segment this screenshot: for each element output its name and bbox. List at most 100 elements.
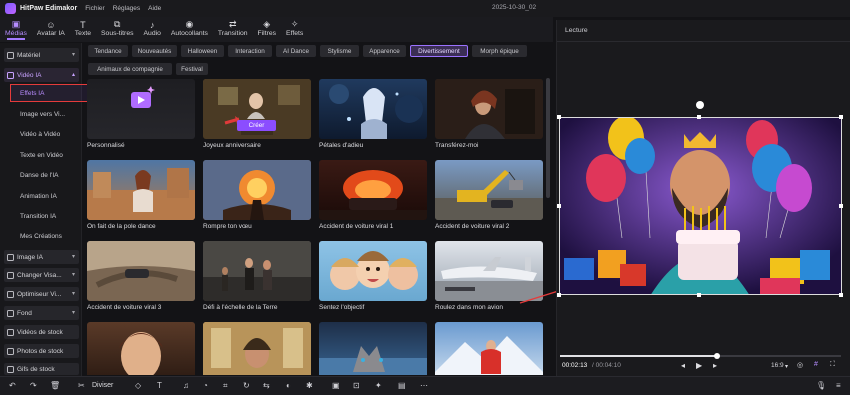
- chip-tendance[interactable]: Tendance: [88, 45, 128, 57]
- tab-autocollants[interactable]: ◉ Autocollants: [171, 17, 208, 37]
- sidebar-item-danse-ia[interactable]: Danse de l'IA: [20, 172, 58, 179]
- resize-handle[interactable]: [557, 293, 561, 297]
- aspect-ratio-select[interactable]: 16:9: [771, 362, 784, 369]
- tab-transition[interactable]: ⇄ Transition: [218, 17, 248, 37]
- sidebar-cat-videos-stock[interactable]: Vidéos de stock: [4, 325, 79, 339]
- grid-scrollbar[interactable]: [546, 78, 550, 198]
- sidebar-item-image-vers-video[interactable]: Image vers Vi...: [20, 111, 65, 118]
- tab-effets[interactable]: ✧ Effets: [286, 17, 303, 37]
- snapshot-icon[interactable]: ◎: [797, 361, 803, 369]
- prev-frame-icon[interactable]: ◂: [681, 361, 685, 370]
- text-tool-icon[interactable]: T: [157, 381, 162, 390]
- sidebar-item-transition-ia[interactable]: Transition IA: [20, 213, 56, 220]
- card-transferez-moi[interactable]: Transférez-moi: [435, 79, 543, 149]
- sidebar-cat-fond[interactable]: Fond ▾: [4, 306, 79, 320]
- sidebar-item-animation-ia[interactable]: Animation IA: [20, 193, 57, 200]
- menu-file[interactable]: Fichier: [85, 5, 105, 12]
- split-icon[interactable]: ✂: [78, 381, 85, 390]
- menu-settings[interactable]: Réglages: [113, 5, 140, 12]
- tab-audio[interactable]: ♪ Audio: [144, 17, 161, 38]
- card-row4-1[interactable]: [87, 322, 195, 375]
- tab-m-dias[interactable]: ▣ Médias: [5, 17, 27, 40]
- chip-nouveautes[interactable]: Nouveautés: [132, 45, 177, 57]
- resize-handle[interactable]: [839, 115, 843, 119]
- effects-tool-icon[interactable]: ✦: [375, 381, 382, 390]
- tab-avatar-ia[interactable]: ☺ Avatar IA: [37, 17, 65, 38]
- fullscreen-icon[interactable]: ⛶: [830, 361, 835, 369]
- grid-icon[interactable]: #: [814, 361, 818, 368]
- menu-help[interactable]: Aide: [148, 5, 161, 12]
- card-pole-dance[interactable]: On fait de la pole dance: [87, 160, 195, 230]
- menu-icon[interactable]: ≡: [836, 381, 841, 390]
- chip-divertissement[interactable]: Divertissement: [410, 45, 468, 57]
- sidebar-cat-changer-visage[interactable]: Changer Visa... ▾: [4, 268, 79, 282]
- card-row4-3[interactable]: [319, 322, 427, 375]
- playhead-knob[interactable]: [714, 353, 721, 359]
- export-frame-icon[interactable]: ⊡: [353, 381, 360, 390]
- chip-morph-epique[interactable]: Morph épique: [472, 45, 527, 57]
- ai-icon[interactable]: ▣: [332, 381, 340, 390]
- sidebar-item-video-a-video[interactable]: Vidéo à Vidéo: [20, 131, 60, 138]
- card-joyeux-anniversaire[interactable]: Créer Joyeux anniversaire: [203, 79, 311, 149]
- next-frame-icon[interactable]: ▸: [713, 361, 717, 370]
- tab-filtres[interactable]: ◈ Filtres: [258, 17, 277, 37]
- tab-sous-titres[interactable]: ⧉ Sous-titres: [101, 17, 133, 37]
- card-rompre-voeu[interactable]: Rompre ton vœu: [203, 160, 311, 230]
- chip-festival[interactable]: Festival: [176, 63, 208, 75]
- delete-icon[interactable]: 🗑: [50, 381, 60, 390]
- chip-stylisme[interactable]: Stylisme: [320, 45, 359, 57]
- create-button[interactable]: Créer: [237, 120, 276, 131]
- image-tool-icon[interactable]: ▤: [398, 381, 406, 390]
- card-petales-adieu[interactable]: Pétales d'adieu: [319, 79, 427, 149]
- speed-icon[interactable]: ◔: [203, 381, 208, 390]
- shield-icon[interactable]: ◇: [135, 381, 141, 390]
- crop-icon[interactable]: ⌗: [223, 381, 228, 391]
- card-sentez-objectif[interactable]: Sentez l'objectif: [319, 241, 427, 311]
- freeze-icon[interactable]: ✱: [306, 381, 313, 390]
- chip-halloween[interactable]: Halloween: [181, 45, 224, 57]
- resize-handle[interactable]: [839, 204, 843, 208]
- color-icon[interactable]: ◐: [286, 381, 291, 390]
- resize-handle[interactable]: [557, 115, 561, 119]
- audio-tool-icon[interactable]: ♫: [183, 381, 189, 390]
- card-defi-echelle[interactable]: Défi à l'échelle de la Terre: [203, 241, 311, 311]
- chip-animaux[interactable]: Animaux de compagnie: [88, 63, 172, 75]
- resize-handle[interactable]: [839, 293, 843, 297]
- resize-handle[interactable]: [697, 293, 701, 297]
- sidebar-cat-video-ia[interactable]: Vidéo IA ▴: [4, 68, 79, 82]
- sidebar-cat-materiel[interactable]: Matériel ▾: [4, 48, 79, 62]
- card-accident-3[interactable]: Accident de voiture viral 3: [87, 241, 195, 311]
- resize-handle[interactable]: [557, 204, 561, 208]
- sidebar-item-mes-creations[interactable]: Mes Créations: [20, 233, 62, 240]
- card-accident-1[interactable]: Accident de voiture viral 1: [319, 160, 427, 230]
- card-personnalise[interactable]: Personnalisé: [87, 79, 195, 149]
- rotate-handle-icon[interactable]: [696, 101, 704, 109]
- microphone-icon[interactable]: 🎙: [816, 381, 826, 390]
- chip-apparence[interactable]: Apparence: [363, 45, 406, 57]
- play-icon[interactable]: ▶: [696, 361, 702, 370]
- sidebar-cat-optimiseur[interactable]: Optimiseur Vi... ▾: [4, 287, 79, 301]
- chevron-down-icon[interactable]: ▾: [785, 363, 788, 370]
- sidebar-cat-gifs-stock[interactable]: Gifs de stock: [4, 363, 79, 375]
- playback-progress[interactable]: [560, 353, 841, 359]
- card-roulez-avion[interactable]: Roulez dans mon avion: [435, 241, 543, 311]
- sidebar-cat-image-ia[interactable]: Image IA ▾: [4, 250, 79, 264]
- sidebar-cat-photos-stock[interactable]: Photos de stock: [4, 344, 79, 358]
- sidebar-item-effets-ia[interactable]: Effets IA: [20, 90, 44, 97]
- undo-icon[interactable]: ↶: [9, 381, 16, 390]
- tab-label: Médias: [5, 30, 27, 37]
- resize-handle[interactable]: [697, 115, 701, 119]
- chip-ai-dance[interactable]: AI Dance: [276, 45, 316, 57]
- rotate-icon[interactable]: ↻: [243, 381, 250, 390]
- video-preview[interactable]: [559, 117, 842, 295]
- card-row4-2[interactable]: [203, 322, 311, 375]
- redo-icon[interactable]: ↷: [30, 381, 37, 390]
- more-icon[interactable]: ⋯: [420, 381, 428, 390]
- tab-texte[interactable]: T Texte: [75, 17, 91, 38]
- split-button[interactable]: Diviser: [92, 382, 113, 389]
- sidebar-item-texte-en-video[interactable]: Texte en Vidéo: [20, 152, 63, 159]
- card-row4-4[interactable]: [435, 322, 543, 375]
- mirror-icon[interactable]: ⇆: [263, 381, 270, 390]
- card-accident-2[interactable]: Accident de voiture viral 2: [435, 160, 543, 230]
- chip-interaction[interactable]: Interaction: [228, 45, 272, 57]
